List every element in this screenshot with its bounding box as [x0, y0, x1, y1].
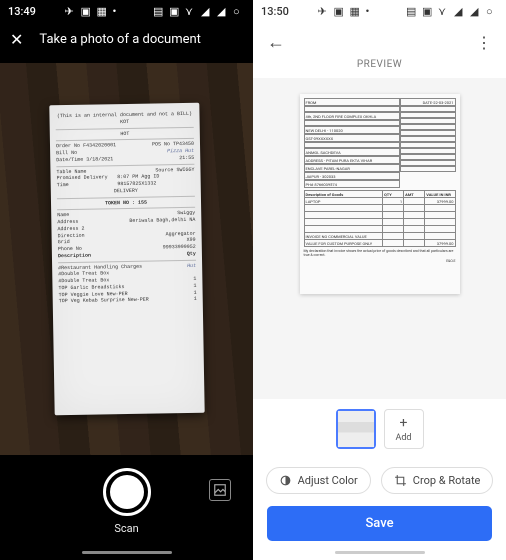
crop-rotate-button[interactable]: Crop & Rotate	[381, 467, 494, 494]
status-time: 13:49	[8, 5, 36, 18]
action-chips: Adjust Color Crop & Rotate	[253, 459, 506, 502]
sq-icon: ▣	[422, 5, 434, 17]
receipt-document: (This is an internal document and not a …	[49, 103, 204, 416]
adjust-icon	[279, 474, 292, 487]
dot-icon: •	[112, 5, 124, 17]
circle-icon: ○	[233, 5, 245, 17]
sq-icon: ▣	[169, 5, 181, 17]
scan-header: ✕ Take a photo of a document	[0, 22, 253, 63]
receipt-header3: HOT	[55, 129, 193, 138]
preview-header: ← ⋮	[253, 22, 506, 59]
send-icon: ✈	[317, 5, 329, 17]
preview-screen: 13:50 ✈ ▣ ▦ • ▤ ▣ ⋎ ◢ ◢ ○ ← ⋮ PREVIEW FR…	[253, 0, 506, 560]
nav-handle[interactable]	[82, 551, 172, 554]
send-icon: ✈	[64, 5, 76, 17]
scan-screen: 13:49 ✈ ▣ ▦ • ▤ ▣ ⋎ ◢ ◢ ○ ✕ Take a photo…	[0, 0, 253, 560]
signal-icon: ◢	[201, 5, 213, 17]
image-icon	[213, 483, 227, 497]
grid-icon: ▤	[406, 5, 418, 17]
circle-icon: ○	[486, 5, 498, 17]
grid-icon: ▤	[153, 5, 165, 17]
scan-controls: Scan	[0, 455, 253, 547]
adjust-color-button[interactable]: Adjust Color	[266, 467, 371, 494]
status-icons-left: ✈ ▣ ▦ •	[64, 5, 124, 17]
signal2-icon: ◢	[470, 5, 482, 17]
page-thumbnail-1[interactable]	[336, 409, 376, 449]
app-icon: ▦	[96, 5, 108, 17]
status-icons-right: ▤ ▣ ⋎ ◢ ◢ ○	[406, 5, 498, 17]
scan-title: Take a photo of a document	[39, 32, 201, 47]
plus-icon: +	[400, 415, 408, 431]
signal2-icon: ◢	[217, 5, 229, 17]
scan-label: Scan	[114, 522, 138, 535]
save-label: Save	[365, 516, 393, 531]
add-label: Add	[395, 433, 411, 443]
app-icon: ▦	[349, 5, 361, 17]
gallery-button[interactable]	[209, 479, 231, 501]
tv-icon: ▣	[80, 5, 92, 17]
thumbnail-strip: + Add	[253, 399, 506, 459]
signal-icon: ◢	[454, 5, 466, 17]
crop-rotate-label: Crop & Rotate	[413, 474, 481, 487]
wifi-icon: ⋎	[185, 5, 197, 17]
adjust-color-label: Adjust Color	[298, 474, 358, 487]
crop-icon	[394, 474, 407, 487]
status-icons-right: ▤ ▣ ⋎ ◢ ◢ ○	[153, 5, 245, 17]
add-page-button[interactable]: + Add	[384, 409, 424, 449]
thumb-content	[338, 411, 374, 447]
tv-icon: ▣	[333, 5, 345, 17]
invoice-document: FROM 4th, 2ND FLOOR FIRE COMPLEX OKHLA N…	[300, 94, 460, 294]
close-icon[interactable]: ✕	[10, 30, 23, 49]
status-bar: 13:49 ✈ ▣ ▦ • ▤ ▣ ⋎ ◢ ◢ ○	[0, 0, 253, 22]
save-button[interactable]: Save	[267, 506, 492, 541]
shutter-button[interactable]	[103, 468, 151, 516]
preview-area: FROM 4th, 2ND FLOOR FIRE COMPLEX OKHLA N…	[253, 78, 506, 399]
wifi-icon: ⋎	[438, 5, 450, 17]
status-time: 13:50	[261, 5, 289, 18]
overflow-icon[interactable]: ⋮	[476, 33, 492, 52]
status-icons-left: ✈ ▣ ▦ •	[317, 5, 377, 17]
dot-icon: •	[365, 5, 377, 17]
shutter-inner	[110, 475, 144, 509]
invoice-table: Description of Goods QTY AMT VALUE IN IN…	[304, 190, 456, 247]
nav-handle[interactable]	[335, 551, 425, 554]
preview-label: PREVIEW	[253, 59, 506, 78]
camera-viewport: (This is an internal document and not a …	[0, 63, 253, 455]
status-bar: 13:50 ✈ ▣ ▦ • ▤ ▣ ⋎ ◢ ◢ ○	[253, 0, 506, 22]
back-icon[interactable]: ←	[267, 32, 285, 53]
